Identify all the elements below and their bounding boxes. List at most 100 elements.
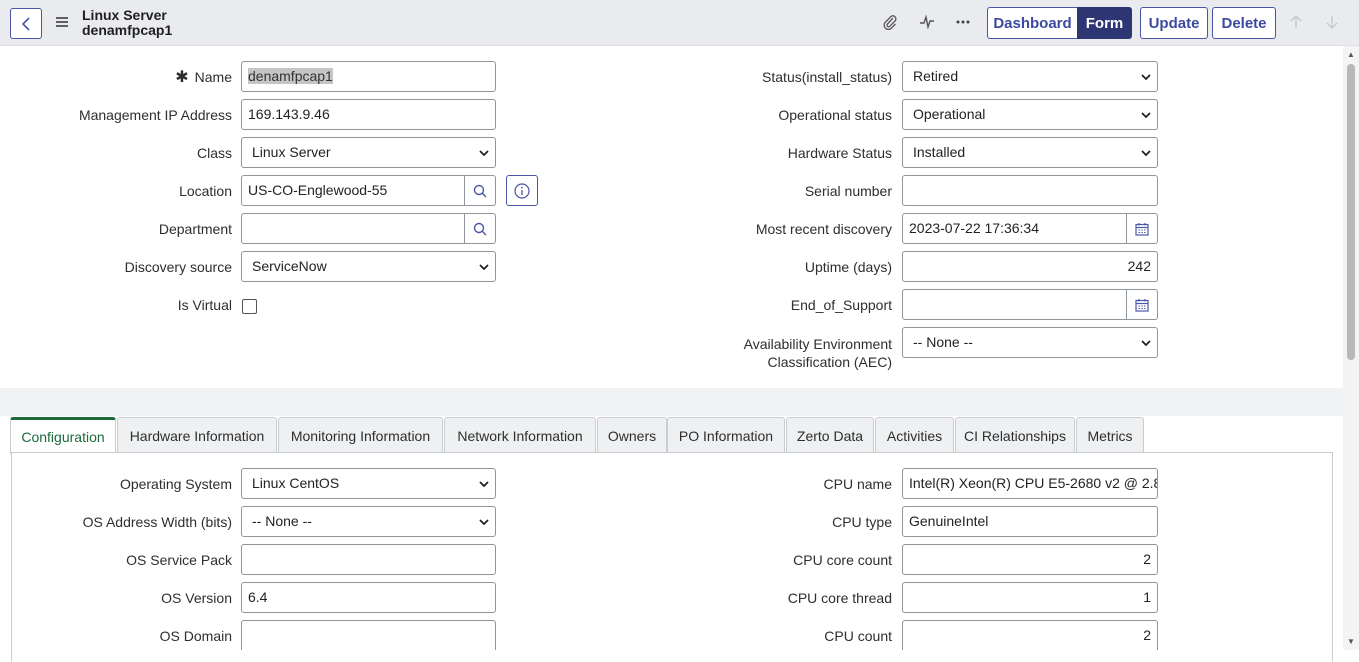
serial-number-field[interactable] — [902, 175, 1158, 206]
chevron-left-icon — [21, 16, 30, 31]
arrow-up-icon[interactable] — [1287, 13, 1305, 31]
chevron-down-icon — [1141, 62, 1151, 91]
os-sp-label: OS Service Pack — [126, 552, 232, 568]
uptime-field[interactable]: 242 — [902, 251, 1158, 282]
tab-monitoring-information[interactable]: Monitoring Information — [278, 417, 443, 453]
tab-activities[interactable]: Activities — [875, 417, 954, 453]
form-button[interactable]: Form — [1077, 7, 1132, 39]
info-icon — [514, 182, 530, 199]
recent-discovery-calendar-button[interactable] — [1127, 213, 1158, 244]
tab-network-information[interactable]: Network Information — [444, 417, 596, 453]
is-virtual-label: Is Virtual — [177, 297, 232, 313]
hardware-status-label: Hardware Status — [787, 145, 892, 161]
location-label: Location — [179, 183, 232, 199]
uptime-label: Uptime (days) — [804, 259, 892, 275]
search-icon — [473, 222, 487, 235]
name-label: ✱ Name — [175, 69, 232, 86]
aec-select[interactable]: -- None -- — [902, 327, 1158, 358]
aec-label: Availability Environment Classification … — [740, 335, 892, 371]
activity-pulse-icon[interactable] — [918, 13, 936, 31]
calendar-icon — [1135, 222, 1149, 236]
cpu-core-count-field[interactable]: 2 — [902, 544, 1158, 575]
location-info-button[interactable] — [506, 175, 538, 206]
os-version-label: OS Version — [161, 590, 232, 606]
cpu-count-field[interactable]: 2 — [902, 620, 1158, 650]
name-field[interactable]: denamfpcap1 — [241, 61, 496, 92]
required-asterisk-icon: ✱ — [175, 69, 189, 86]
tab-zerto-data[interactable]: Zerto Data — [786, 417, 874, 453]
cpu-name-field[interactable]: Intel(R) Xeon(R) CPU E5-2680 v2 @ 2.80GH… — [902, 468, 1158, 499]
more-options-icon[interactable] — [954, 13, 972, 31]
hardware-status-select[interactable]: Installed — [902, 137, 1158, 168]
os-label: Operating System — [119, 476, 232, 492]
scroll-up-arrow-icon[interactable]: ▲ — [1346, 51, 1356, 59]
form-header: Linux Server denamfpcap1 Dashboard Form … — [0, 0, 1359, 46]
os-value: Linux CentOS — [252, 475, 340, 491]
delete-button[interactable]: Delete — [1212, 7, 1276, 39]
discovery-source-value: ServiceNow — [252, 258, 327, 274]
chevron-down-icon — [479, 469, 489, 498]
update-button[interactable]: Update — [1140, 7, 1208, 39]
class-value: Linux Server — [252, 144, 331, 160]
paperclip-icon[interactable] — [881, 13, 899, 31]
scrollbar-thumb[interactable] — [1347, 64, 1355, 360]
department-lookup-button[interactable] — [465, 213, 496, 244]
status-value: Retired — [913, 68, 959, 84]
section-divider — [0, 388, 1343, 416]
tab-po-information[interactable]: PO Information — [667, 417, 785, 453]
operational-status-value: Operational — [913, 106, 986, 122]
class-select[interactable]: Linux Server — [241, 137, 496, 168]
back-button[interactable] — [10, 8, 42, 39]
department-field[interactable] — [241, 213, 465, 244]
search-icon — [473, 184, 487, 197]
chevron-down-icon — [1141, 328, 1151, 357]
os-sp-field[interactable] — [241, 544, 496, 575]
arrow-down-icon[interactable] — [1323, 13, 1341, 31]
end-of-support-label: End_of_Support — [790, 297, 892, 313]
tab-metrics[interactable]: Metrics — [1076, 417, 1144, 453]
chevron-down-icon — [479, 252, 489, 281]
cpu-core-thread-field[interactable]: 1 — [902, 582, 1158, 613]
menu-icon[interactable] — [55, 14, 69, 30]
status-select[interactable]: Retired — [902, 61, 1158, 92]
department-label: Department — [158, 221, 232, 237]
os-domain-field[interactable] — [241, 620, 496, 650]
tab-owners[interactable]: Owners — [597, 417, 667, 453]
cpu-count-label: CPU count — [824, 628, 892, 644]
aec-label-line2: Classification (AEC) — [767, 354, 892, 370]
chevron-down-icon — [1141, 138, 1151, 167]
location-lookup-button[interactable] — [465, 175, 496, 206]
is-virtual-checkbox[interactable] — [242, 299, 257, 314]
recent-discovery-field[interactable]: 2023-07-22 17:36:34 — [902, 213, 1127, 244]
tab-ci-relationships[interactable]: CI Relationships — [955, 417, 1075, 453]
cpu-type-field[interactable]: GenuineIntel — [902, 506, 1158, 537]
os-version-field[interactable]: 6.4 — [241, 582, 496, 613]
record-title: Linux Server denamfpcap1 — [82, 8, 172, 38]
record-name-title: denamfpcap1 — [82, 22, 173, 38]
hardware-status-value: Installed — [913, 144, 966, 160]
mgmt-ip-field[interactable]: 169.143.9.46 — [241, 99, 496, 130]
scroll-down-arrow-icon[interactable]: ▼ — [1346, 638, 1356, 646]
aec-value: -- None -- — [913, 334, 973, 350]
location-field[interactable]: US-CO-Englewood-55 — [241, 175, 465, 206]
os-width-select[interactable]: -- None -- — [241, 506, 496, 537]
os-domain-label: OS Domain — [159, 628, 232, 644]
discovery-source-select[interactable]: ServiceNow — [241, 251, 496, 282]
mgmt-ip-label: Management IP Address — [78, 107, 232, 123]
dashboard-button[interactable]: Dashboard — [987, 7, 1078, 39]
discovery-source-label: Discovery source — [124, 259, 232, 275]
class-label: Class — [196, 145, 232, 161]
tab-hardware-information[interactable]: Hardware Information — [117, 417, 277, 453]
page-scrollbar[interactable]: ▲ ▼ — [1343, 46, 1359, 650]
tab-configuration[interactable]: Configuration — [10, 417, 116, 454]
record-class-title: Linux Server — [82, 7, 167, 23]
cpu-type-label: CPU type — [832, 514, 892, 530]
recent-discovery-label: Most recent discovery — [755, 221, 892, 237]
name-value: denamfpcap1 — [248, 68, 333, 84]
os-select[interactable]: Linux CentOS — [241, 468, 496, 499]
aec-label-line1: Availability Environment — [743, 336, 892, 352]
operational-status-select[interactable]: Operational — [902, 99, 1158, 130]
cpu-name-label: CPU name — [823, 476, 892, 492]
end-of-support-calendar-button[interactable] — [1127, 289, 1158, 320]
end-of-support-field[interactable] — [902, 289, 1127, 320]
